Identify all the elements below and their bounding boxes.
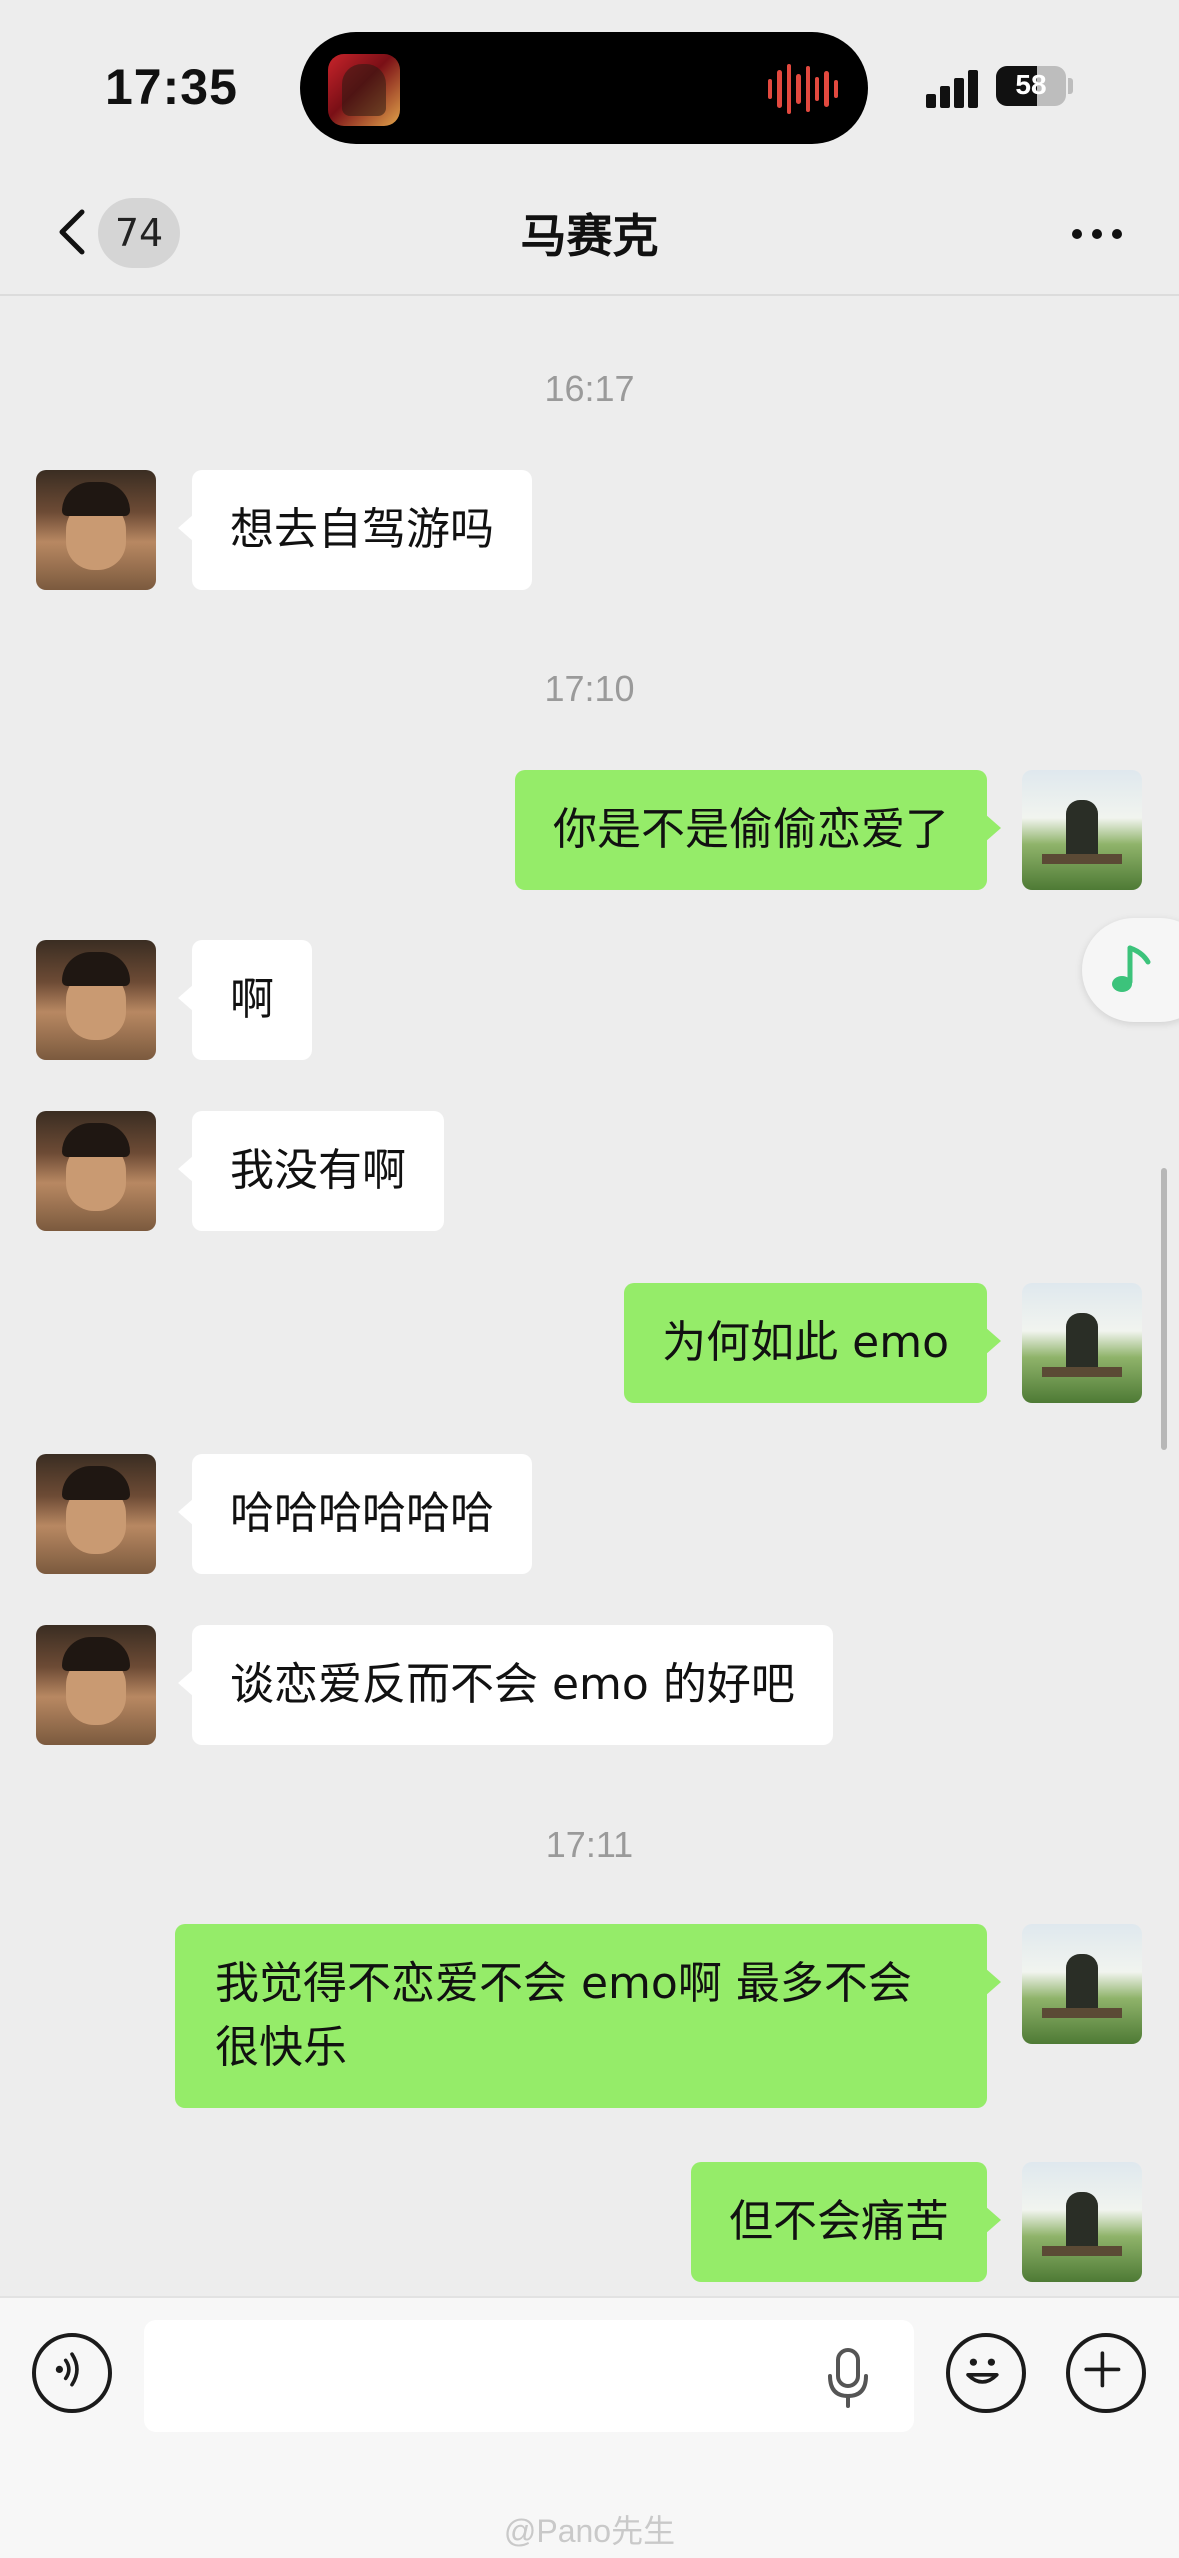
- message-bubble-outgoing[interactable]: 为何如此 emo: [624, 1283, 1001, 1403]
- battery-icon: 58: [996, 66, 1066, 106]
- friend-avatar[interactable]: [36, 1454, 156, 1574]
- microphone-icon[interactable]: [822, 2346, 874, 2410]
- music-note-icon[interactable]: [1108, 944, 1158, 998]
- floating-music-button[interactable]: [1082, 918, 1179, 1022]
- message-bubble-incoming[interactable]: 谈恋爱反而不会 emo 的好吧: [178, 1625, 833, 1745]
- plus-icon[interactable]: [1070, 2337, 1142, 2409]
- friend-avatar[interactable]: [36, 470, 156, 590]
- my-avatar[interactable]: [1022, 1283, 1142, 1403]
- message-bubble-outgoing[interactable]: 但不会痛苦: [691, 2162, 1001, 2282]
- chat-header: 74 马赛克: [0, 170, 1179, 296]
- timestamp: 17:11: [545, 1824, 634, 1865]
- now-playing-artwork[interactable]: [328, 54, 400, 126]
- message-bubble-incoming[interactable]: 啊: [178, 940, 312, 1060]
- audio-waveform-icon: [768, 62, 838, 116]
- message-bubble-incoming[interactable]: 哈哈哈哈哈哈: [178, 1454, 532, 1574]
- timestamp: 17:10: [544, 668, 635, 709]
- timestamp: 16:17: [544, 368, 635, 409]
- dynamic-island[interactable]: [300, 32, 868, 144]
- message-bubble-incoming[interactable]: 想去自驾游吗: [178, 470, 532, 590]
- chat-title: 马赛克: [520, 209, 659, 263]
- emoji-icon[interactable]: [950, 2337, 1022, 2409]
- friend-avatar[interactable]: [36, 940, 156, 1060]
- voice-icon[interactable]: [36, 2337, 108, 2409]
- message-bubble-incoming[interactable]: 我没有啊: [178, 1111, 444, 1231]
- my-avatar[interactable]: [1022, 2162, 1142, 2282]
- message-text-input[interactable]: [144, 2320, 914, 2432]
- more-functions-button[interactable]: [1066, 2333, 1146, 2413]
- battery-percent: 58: [1015, 69, 1047, 100]
- voice-input-button[interactable]: [32, 2333, 112, 2413]
- more-dots-icon[interactable]: [1060, 210, 1134, 258]
- battery-cap: [1068, 78, 1073, 94]
- message-list[interactable]: 16:17 想去自驾游吗 17:10 你是不是偷偷恋爱了 啊 我没有啊 为何如此…: [0, 296, 1179, 2294]
- my-avatar[interactable]: [1022, 1924, 1142, 2044]
- friend-avatar[interactable]: [36, 1625, 156, 1745]
- message-bubble-outgoing[interactable]: 我觉得不恋爱不会 emo啊 最多不会很快乐: [175, 1924, 1001, 2108]
- emoji-button[interactable]: [946, 2333, 1026, 2413]
- message-bubble-outgoing[interactable]: 你是不是偷偷恋爱了: [515, 770, 1001, 890]
- status-time: 17:35: [105, 59, 238, 115]
- friend-avatar[interactable]: [36, 1111, 156, 1231]
- weibo-watermark: @Pano先生: [503, 2513, 676, 2549]
- cellular-signal-icon: [926, 70, 984, 108]
- scrollbar-thumb[interactable]: [1161, 1168, 1167, 1450]
- my-avatar[interactable]: [1022, 770, 1142, 890]
- status-bar: 17:35 58: [0, 0, 1179, 170]
